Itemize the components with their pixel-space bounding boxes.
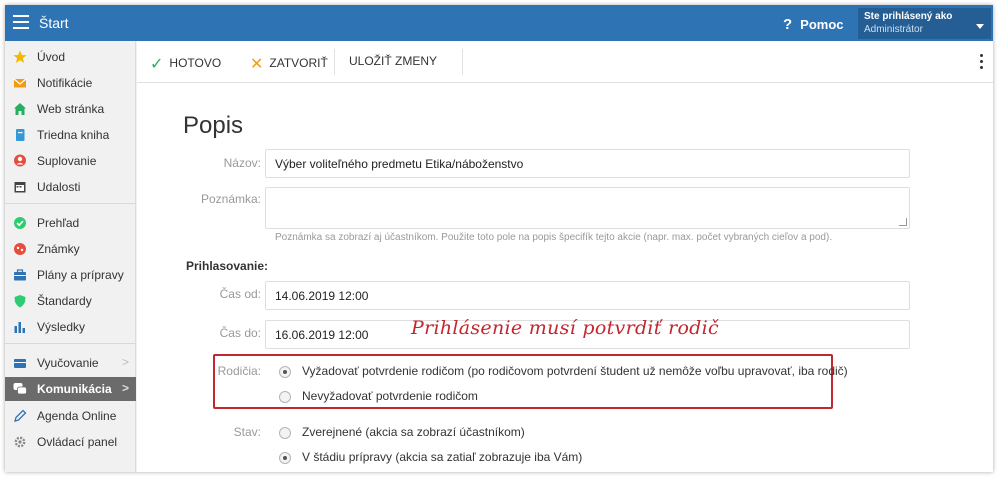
save-label: ULOŽIŤ ZMENY bbox=[349, 54, 438, 68]
sidebar-item-notifikacie[interactable]: Notifikácie bbox=[5, 71, 136, 95]
name-input[interactable]: Výber voliteľného predmetu Etika/nábožen… bbox=[265, 149, 910, 178]
caret-down-icon bbox=[976, 24, 984, 29]
pencil-icon bbox=[14, 409, 27, 422]
sidebar-item-prehlad[interactable]: Prehľad bbox=[5, 211, 136, 235]
chevron-right-icon: > bbox=[122, 355, 130, 369]
sidebar-item-label: Výsledky bbox=[37, 320, 86, 334]
sidebar-item-label: Štandardy bbox=[37, 294, 92, 308]
person-icon bbox=[14, 154, 26, 167]
help-icon: ? bbox=[783, 16, 793, 33]
sidebar-divider bbox=[5, 343, 136, 344]
parents-require-label[interactable]: Vyžadovať potvrdenie rodičom (po rodičov… bbox=[302, 364, 848, 378]
sidebar-item-label: Udalosti bbox=[37, 180, 81, 194]
parents-not-require-label[interactable]: Nevyžadovať potvrdenie rodičom bbox=[302, 389, 478, 403]
sidebar-item-label: Známky bbox=[37, 242, 80, 256]
sidebar-item-web-stranka[interactable]: Web stránka bbox=[5, 97, 136, 121]
signup-section-title: Prihlasovanie: bbox=[186, 259, 269, 273]
sidebar-item-vysledky[interactable]: Výsledky bbox=[5, 315, 136, 339]
app-window: Štart ? Pomoc Ste prihlásený ako Administ… bbox=[5, 5, 993, 472]
close-label: ZATVORIŤ bbox=[269, 56, 328, 70]
sidebar-item-agenda-online[interactable]: Agenda Online bbox=[5, 404, 136, 428]
done-button[interactable]: ✓ HOTOVO bbox=[150, 54, 221, 74]
sidebar-item-label: Úvod bbox=[37, 50, 66, 64]
sidebar-item-plany[interactable]: Plány a prípravy bbox=[5, 263, 136, 287]
to-label: Čas do: bbox=[219, 326, 261, 340]
sidebar-item-label: Prehľad bbox=[37, 216, 80, 230]
gear-icon bbox=[14, 436, 26, 448]
sidebar-item-label: Plány a prípravy bbox=[37, 268, 124, 282]
sidebar-item-label: Ovládací panel bbox=[37, 435, 118, 449]
briefcase-icon bbox=[14, 269, 26, 281]
sidebar-item-komunikacia[interactable]: Komunikácia > bbox=[5, 377, 136, 401]
main-content: ✓ HOTOVO ✕ ZATVORIŤ ULOŽIŤ ZMENY Popis Náz… bbox=[137, 41, 993, 472]
sidebar-item-label: Suplovanie bbox=[37, 154, 97, 168]
name-label: Názov: bbox=[223, 156, 261, 170]
sidebar-item-label: Agenda Online bbox=[37, 409, 117, 423]
sidebar-item-label: Vyučovanie bbox=[37, 356, 99, 370]
user-menu[interactable]: Ste prihlásený ako Administrátor bbox=[858, 8, 991, 39]
sidebar-item-suplovanie[interactable]: Suplovanie bbox=[5, 149, 136, 173]
chevron-right-icon: > bbox=[122, 381, 130, 395]
book-icon bbox=[16, 129, 25, 141]
sidebar-item-label: Web stránka bbox=[37, 102, 105, 116]
done-label: HOTOVO bbox=[169, 56, 222, 70]
state-draft-radio[interactable] bbox=[279, 452, 291, 464]
toolbar: ✓ HOTOVO ✕ ZATVORIŤ ULOŽIŤ ZMENY bbox=[137, 41, 993, 83]
sidebar-item-label: Komunikácia bbox=[37, 382, 112, 396]
folder-icon bbox=[14, 359, 26, 368]
sidebar-item-label: Notifikácie bbox=[37, 76, 93, 90]
user-role: Administrátor bbox=[864, 24, 923, 35]
sidebar-item-triedna-kniha[interactable]: Triedna kniha bbox=[5, 123, 136, 147]
grade-icon bbox=[14, 243, 26, 255]
sidebar: Úvod Notifikácie Web stránka Triedna kni… bbox=[5, 41, 136, 472]
app-title: Štart bbox=[39, 15, 69, 31]
from-label: Čas od: bbox=[219, 287, 261, 301]
close-button[interactable]: ✕ ZATVORIŤ bbox=[250, 54, 328, 74]
state-draft-label[interactable]: V štádiu prípravy (akcia sa zatiaľ zobra… bbox=[302, 450, 582, 464]
bar-chart-icon bbox=[14, 322, 25, 333]
state-label: Stav: bbox=[233, 425, 261, 439]
star-icon bbox=[13, 50, 27, 63]
hamburger-menu-icon[interactable] bbox=[13, 15, 29, 29]
top-bar: Štart ? Pomoc Ste prihlásený ako Administ… bbox=[5, 5, 993, 41]
envelope-icon bbox=[13, 78, 27, 88]
resize-handle-icon[interactable] bbox=[899, 218, 907, 226]
toolbar-divider bbox=[462, 49, 463, 75]
annotation-text: Prihlásenie musí potvrdiť rodič bbox=[411, 317, 719, 339]
close-icon: ✕ bbox=[250, 56, 264, 73]
sidebar-divider bbox=[5, 203, 136, 204]
sidebar-item-znamky[interactable]: Známky bbox=[5, 237, 136, 261]
sidebar-item-label: Triedna kniha bbox=[37, 128, 110, 142]
user-caption: Ste prihlásený ako bbox=[864, 11, 953, 22]
shield-icon bbox=[14, 295, 26, 308]
sidebar-item-uvod[interactable]: Úvod bbox=[5, 45, 136, 69]
note-label: Poznámka: bbox=[200, 192, 261, 206]
note-textarea[interactable] bbox=[265, 187, 910, 229]
more-options-icon[interactable] bbox=[980, 54, 984, 72]
save-button[interactable]: ULOŽIŤ ZMENY bbox=[349, 54, 437, 68]
sidebar-item-udalosti[interactable]: Udalosti bbox=[5, 175, 136, 199]
sidebar-item-standardy[interactable]: Štandardy bbox=[5, 289, 136, 313]
check-circle-icon bbox=[14, 217, 26, 229]
state-published-radio[interactable] bbox=[279, 427, 291, 439]
calendar-icon bbox=[14, 182, 26, 193]
help-label: Pomoc bbox=[800, 17, 844, 32]
help-button[interactable]: ? Pomoc bbox=[783, 16, 844, 33]
sidebar-item-vyucovanie[interactable]: Vyučovanie > bbox=[5, 351, 136, 375]
from-datetime-input[interactable]: 14.06.2019 12:00 bbox=[265, 281, 910, 310]
parents-require-radio[interactable] bbox=[279, 366, 291, 378]
state-published-label[interactable]: Zverejnené (akcia sa zobrazí účastníkom) bbox=[302, 425, 525, 439]
toolbar-divider bbox=[334, 49, 335, 75]
parents-label: Rodičia: bbox=[217, 364, 261, 378]
parents-not-require-radio[interactable] bbox=[279, 391, 291, 403]
chat-icon bbox=[13, 383, 27, 395]
page-title: Popis bbox=[183, 112, 244, 139]
home-icon bbox=[14, 103, 26, 115]
check-icon: ✓ bbox=[150, 56, 164, 73]
sidebar-item-ovladaci-panel[interactable]: Ovládací panel bbox=[5, 430, 136, 454]
note-hint: Poznámka sa zobrazí aj účastníkom. Použi… bbox=[275, 232, 833, 243]
